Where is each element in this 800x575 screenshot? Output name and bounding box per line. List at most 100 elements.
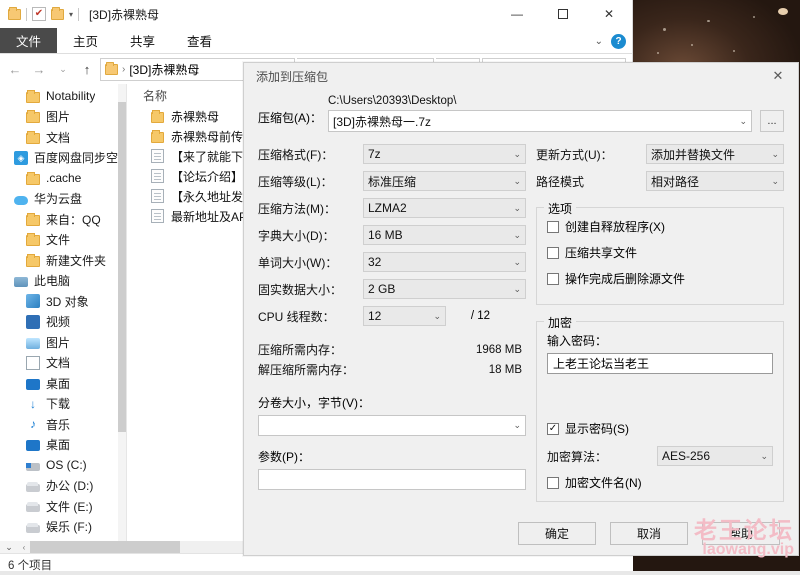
dictionary-size-select[interactable]: 16 MB ⌄ — [363, 225, 526, 245]
folder-icon — [26, 89, 40, 103]
encryption-algorithm-select[interactable]: AES-256 ⌄ — [657, 446, 773, 466]
recent-locations-button[interactable]: ⌄ — [52, 58, 74, 80]
navigation-pane: Notability图片文档百度网盘同步空间.cache华为云盘来自：QQ文件新… — [0, 84, 126, 553]
archive-format-select[interactable]: 7z ⌄ — [363, 144, 526, 164]
encrypt-filenames-checkbox[interactable] — [547, 476, 559, 489]
compress-shared-files-checkbox[interactable] — [547, 246, 559, 259]
cloud-icon — [14, 195, 28, 205]
chevron-down-icon[interactable]: ⌄ — [509, 176, 521, 187]
folder-icon — [26, 110, 40, 124]
nav-item-13[interactable]: 文档 — [0, 353, 126, 374]
compress-shared-files-checkbox-row[interactable]: 压缩共享文件 — [547, 244, 773, 261]
help-icon[interactable]: ? — [611, 33, 626, 49]
tab-file[interactable]: 文件 — [0, 28, 58, 53]
create-sfx-checkbox-row[interactable]: 创建自释放程序(X) — [547, 218, 773, 235]
browse-button[interactable]: ... — [760, 110, 784, 132]
nav-item-4[interactable]: .cache — [0, 168, 126, 189]
delete-after-compress-checkbox-row[interactable]: 操作完成后删除源文件 — [547, 270, 773, 287]
compression-method-select[interactable]: LZMA2 ⌄ — [363, 198, 526, 218]
new-folder-icon[interactable] — [51, 6, 64, 20]
nav-item-20[interactable]: 文件 (E:) — [0, 496, 126, 517]
delete-after-compress-checkbox[interactable] — [547, 272, 559, 285]
nav-item-7[interactable]: 文件 — [0, 230, 126, 251]
path-mode-select[interactable]: 相对路径 ⌄ — [646, 171, 784, 191]
nav-item-21[interactable]: 娱乐 (F:) — [0, 517, 126, 538]
tab-share[interactable]: 共享 — [114, 28, 171, 53]
nav-item-6[interactable]: 来自：QQ — [0, 209, 126, 230]
nav-item-0[interactable]: Notability — [0, 86, 126, 107]
chevron-down-icon[interactable]: ▾ — [69, 10, 73, 19]
show-password-row[interactable]: ✓ 显示密码(S) — [547, 420, 773, 437]
minimize-button[interactable]: — — [494, 0, 540, 28]
chevron-down-icon[interactable]: ⌄ — [509, 257, 521, 268]
chevron-down-icon[interactable]: ⌄ — [509, 230, 521, 241]
nav-item-label: 下载 — [46, 397, 71, 412]
ok-button[interactable]: 确定 — [518, 522, 596, 545]
text-file-icon — [151, 149, 164, 163]
close-button[interactable]: ✕ — [586, 0, 632, 28]
compression-method-select-row: 压缩方法(M)： LZMA2 ⌄ — [258, 198, 526, 218]
nav-item-18[interactable]: OS (C:) — [0, 455, 126, 476]
scroll-track[interactable] — [30, 541, 245, 553]
encrypt-filenames-row[interactable]: 加密文件名(N) — [547, 474, 773, 491]
chevron-down-icon[interactable]: ⌄ — [429, 311, 441, 322]
help-button[interactable]: 帮助 — [702, 522, 780, 545]
dialog-close-button[interactable]: ✕ — [758, 63, 798, 89]
expand-ribbon-icon[interactable]: ⌄ — [595, 36, 603, 47]
chevron-down-icon[interactable]: ⌄ — [767, 149, 779, 160]
obj3d-icon — [26, 294, 40, 309]
chevron-down-icon[interactable]: ⌄ — [735, 116, 747, 127]
nav-item-16[interactable]: ♪ 音乐 — [0, 414, 126, 435]
chevron-down-icon[interactable]: ⌄ — [509, 284, 521, 295]
solid-block-size-select[interactable]: 2 GB ⌄ — [363, 279, 526, 299]
nav-item-15[interactable]: ↓ 下载 — [0, 394, 126, 415]
create-sfx-checkbox[interactable] — [547, 220, 559, 233]
show-password-checkbox[interactable]: ✓ — [547, 422, 559, 435]
nav-item-8[interactable]: 新建文件夹 — [0, 250, 126, 271]
left-fields: 压缩格式(F)： 7z ⌄ 压缩等级(L)： 标准压缩 ⌄ 压缩方法(M)： LZMA2 ⌄ 字典… — [258, 144, 526, 299]
chevron-down-icon[interactable]: ⌄ — [767, 176, 779, 187]
cpu-threads-select[interactable]: 12 ⌄ — [363, 306, 446, 326]
nav-item-5[interactable]: 华为云盘 — [0, 189, 126, 210]
ribbon-tabs: 文件 主页 共享 查看 ⌄ ? — [0, 28, 632, 54]
chevron-down-icon[interactable]: ⌄ — [756, 451, 768, 462]
solid-block-size-select-label: 固实数据大小： — [258, 282, 343, 297]
nav-item-3[interactable]: 百度网盘同步空间 — [0, 148, 126, 169]
properties-icon[interactable]: ✔ — [32, 7, 46, 21]
tab-view[interactable]: 查看 — [171, 28, 228, 53]
up-button[interactable]: ↑ — [76, 58, 98, 80]
nav-item-12[interactable]: 图片 — [0, 332, 126, 353]
chevron-down-icon[interactable]: ⌄ — [0, 542, 18, 553]
nav-item-19[interactable]: 办公 (D:) — [0, 476, 126, 497]
word-size-select[interactable]: 32 ⌄ — [363, 252, 526, 272]
scroll-left-arrow[interactable]: ‹ — [18, 543, 30, 552]
scroll-thumb[interactable] — [30, 541, 180, 553]
nav-item-11[interactable]: 视频 — [0, 312, 126, 333]
archive-name-combobox[interactable]: [3D]赤裸熟母一.7z ⌄ — [328, 110, 752, 132]
update-mode-select[interactable]: 添加并替换文件 ⌄ — [646, 144, 784, 164]
nav-item-10[interactable]: 3D 对象 — [0, 291, 126, 312]
nav-item-1[interactable]: 图片 — [0, 107, 126, 128]
back-button[interactable]: ← — [4, 58, 26, 80]
password-input[interactable]: 上老王论坛当老王 — [547, 353, 773, 374]
compression-level-select[interactable]: 标准压缩 ⌄ — [363, 171, 526, 191]
parameters-input[interactable] — [258, 469, 526, 490]
nav-item-17[interactable]: 桌面 — [0, 435, 126, 456]
forward-button[interactable]: → — [28, 58, 50, 80]
nav-scrollbar[interactable] — [118, 84, 126, 553]
nav-item-14[interactable]: 桌面 — [0, 373, 126, 394]
cancel-button[interactable]: 取消 — [610, 522, 688, 545]
nav-horizontal-scrollbar[interactable]: ⌄ ‹ — [0, 541, 245, 553]
maximize-button[interactable] — [540, 0, 586, 28]
folder-icon — [26, 233, 40, 247]
chevron-down-icon[interactable]: ⌄ — [509, 149, 521, 160]
nav-item-2[interactable]: 文档 — [0, 127, 126, 148]
nav-item-9[interactable]: 此电脑 — [0, 271, 126, 292]
dictionary-size-select-row: 字典大小(D)： 16 MB ⌄ — [258, 225, 526, 245]
nav-scrollbar-thumb[interactable] — [118, 102, 126, 432]
chevron-down-icon[interactable]: ⌄ — [509, 420, 521, 431]
drive-icon — [26, 522, 40, 533]
chevron-down-icon[interactable]: ⌄ — [509, 203, 521, 214]
volume-size-combobox[interactable]: ⌄ — [258, 415, 526, 436]
tab-home[interactable]: 主页 — [57, 28, 114, 53]
